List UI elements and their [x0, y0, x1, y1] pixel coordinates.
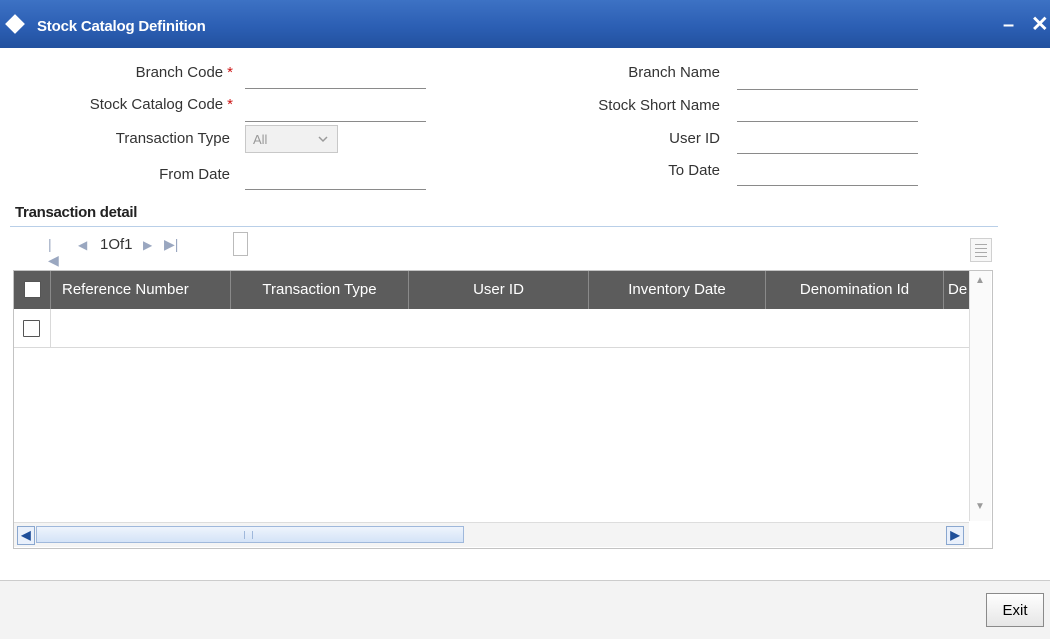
grip-icon	[244, 531, 253, 539]
stock-short-name-input[interactable]	[737, 97, 918, 122]
scroll-thumb[interactable]	[36, 526, 464, 543]
branch-code-input[interactable]	[245, 64, 426, 89]
stock-catalog-code-input[interactable]	[245, 97, 426, 122]
section-divider	[10, 226, 998, 227]
exit-button[interactable]: Exit	[986, 593, 1044, 627]
transaction-type-value: All	[253, 132, 268, 147]
select-all-cell	[14, 271, 51, 309]
required-marker: *	[227, 96, 233, 113]
horizontal-scrollbar[interactable]: ◀ ▶	[14, 522, 969, 547]
branch-name-input[interactable]	[737, 65, 918, 90]
stock-catalog-code-label: Stock Catalog Code *	[89, 96, 233, 113]
last-page-icon[interactable]: ▶|	[164, 236, 178, 253]
row-select-cell	[14, 309, 51, 347]
column-header[interactable]: User ID	[409, 271, 589, 309]
vertical-scrollbar[interactable]: ▲ ▼	[969, 271, 991, 521]
scroll-right-icon[interactable]: ▶	[946, 526, 964, 545]
to-date-input[interactable]	[737, 161, 918, 186]
scroll-up-icon[interactable]: ▲	[972, 273, 988, 289]
diamond-icon	[5, 14, 25, 34]
section-title: Transaction detail	[15, 204, 138, 221]
user-id-label: User ID	[669, 130, 720, 147]
transaction-type-label: Transaction Type	[115, 130, 230, 147]
select-all-checkbox[interactable]	[24, 281, 41, 298]
stock-short-name-label: Stock Short Name	[598, 97, 720, 114]
grid-menu-icon[interactable]	[970, 238, 992, 262]
required-marker: *	[227, 64, 233, 81]
table-row	[14, 309, 969, 348]
chevron-down-icon	[318, 136, 328, 143]
branch-code-label: Branch Code *	[135, 64, 233, 81]
minimize-button[interactable]: –	[1003, 14, 1014, 37]
column-header[interactable]: Denomination Id	[766, 271, 944, 309]
table-header: Reference Number Transaction Type User I…	[14, 271, 969, 309]
scroll-left-icon[interactable]: ◀	[17, 526, 35, 545]
next-page-icon[interactable]: ▶	[143, 238, 152, 252]
prev-page-icon[interactable]: ◀	[78, 238, 87, 252]
user-id-input[interactable]	[737, 129, 918, 154]
column-header[interactable]: Inventory Date	[589, 271, 766, 309]
from-date-label: From Date	[159, 166, 230, 183]
page-number-input[interactable]	[233, 232, 248, 256]
title-bar: Stock Catalog Definition – ✕	[0, 0, 1050, 48]
scroll-down-icon[interactable]: ▼	[972, 499, 988, 515]
window-title: Stock Catalog Definition	[37, 18, 206, 35]
row-checkbox[interactable]	[23, 320, 40, 337]
footer-bar	[0, 581, 1050, 639]
column-header[interactable]: Transaction Type	[231, 271, 409, 309]
first-page-icon[interactable]: |◀	[48, 236, 59, 269]
from-date-input[interactable]	[245, 165, 426, 190]
branch-name-label: Branch Name	[628, 64, 720, 81]
transaction-table: Reference Number Transaction Type User I…	[13, 270, 993, 549]
close-button[interactable]: ✕	[1031, 12, 1049, 37]
column-header[interactable]: De	[944, 271, 969, 309]
transaction-type-select[interactable]: All	[245, 125, 338, 153]
to-date-label: To Date	[668, 162, 720, 179]
pager-text: 1Of1	[100, 236, 133, 253]
column-header[interactable]: Reference Number	[51, 271, 231, 309]
